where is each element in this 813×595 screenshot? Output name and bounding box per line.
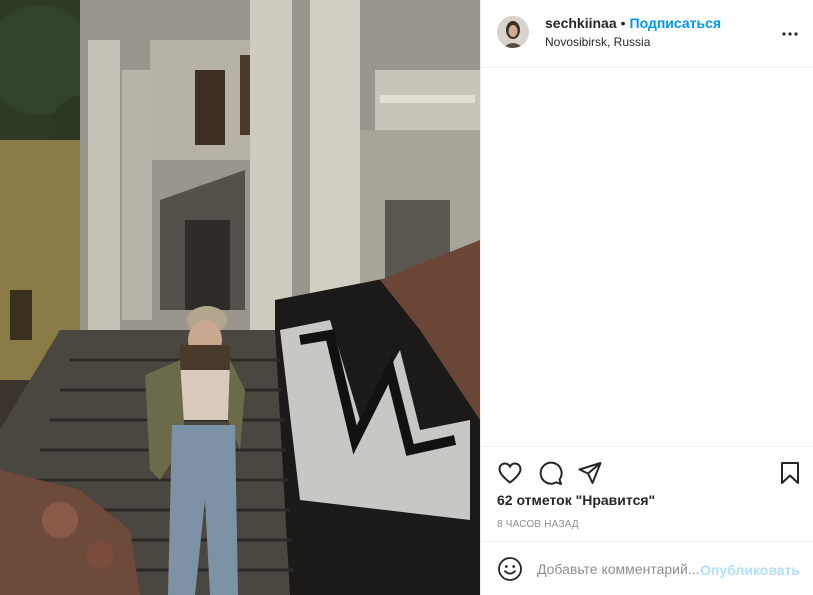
- user-line: sechkiinaa • Подписаться: [545, 14, 721, 32]
- bookmark-icon[interactable]: [776, 459, 804, 487]
- post-time[interactable]: 8 часов назад: [497, 519, 579, 530]
- share-icon[interactable]: [576, 459, 604, 487]
- location-link[interactable]: Novosibirsk, Russia: [545, 35, 650, 50]
- emoji-icon[interactable]: [497, 556, 523, 582]
- comment-icon[interactable]: [536, 459, 564, 487]
- more-horizontal-icon[interactable]: [780, 24, 800, 44]
- comment-input[interactable]: [537, 556, 701, 582]
- comment-bar: Опубликовать: [481, 541, 813, 595]
- post-sidebar: sechkiinaa • Подписаться Novosibirsk, Russ…: [480, 0, 813, 595]
- likes-count[interactable]: 62 отметок "Нравится": [497, 492, 655, 508]
- post-image: [0, 0, 480, 595]
- avatar[interactable]: [497, 16, 529, 48]
- post-photo[interactable]: [0, 0, 480, 595]
- publish-button[interactable]: Опубликовать: [700, 562, 800, 578]
- avatar-image: [497, 16, 529, 48]
- username[interactable]: sechkiinaa: [545, 15, 617, 31]
- post-header: sechkiinaa • Подписаться Novosibirsk, Russ…: [481, 0, 813, 68]
- post-actions: 62 отметок "Нравится" 8 часов назад: [481, 446, 813, 546]
- heart-icon[interactable]: [496, 459, 524, 487]
- follow-button[interactable]: Подписаться: [630, 15, 722, 31]
- separator-dot: •: [620, 15, 626, 31]
